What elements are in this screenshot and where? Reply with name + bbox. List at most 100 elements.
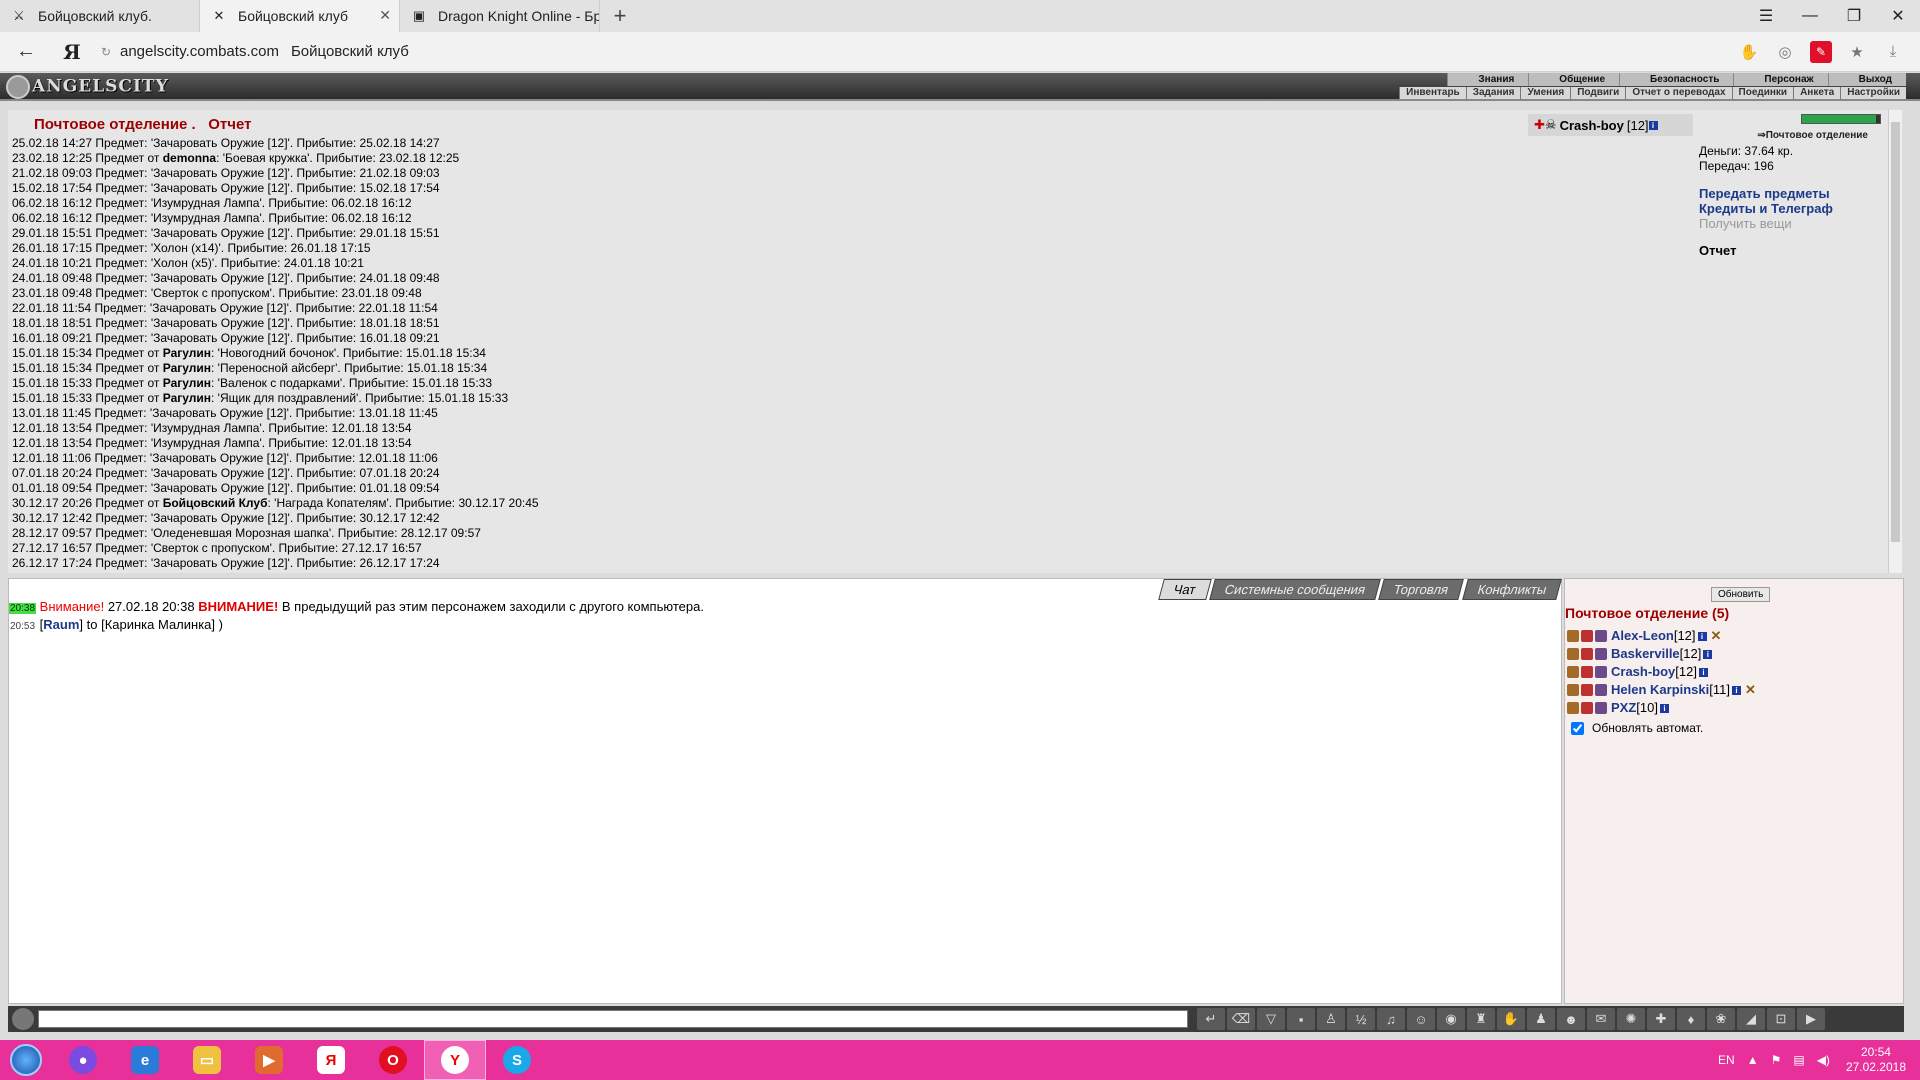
- new-tab-button[interactable]: +: [600, 0, 640, 32]
- mask-icon[interactable]: ☻: [1557, 1008, 1585, 1030]
- taskbar-ie[interactable]: e: [114, 1040, 176, 1080]
- user-info-icon[interactable]: i: [1659, 703, 1669, 713]
- private-chat-icon[interactable]: [1567, 684, 1579, 696]
- sound-icon[interactable]: ♫: [1377, 1008, 1405, 1030]
- extension-icon[interactable]: ✋: [1738, 41, 1760, 63]
- speaker-icon[interactable]: ◉: [1437, 1008, 1465, 1030]
- menu-knowledge[interactable]: Знания: [1447, 73, 1528, 86]
- taskbar-yandex[interactable]: Я: [300, 1040, 362, 1080]
- submenu-transfer-report[interactable]: Отчет о переводах: [1625, 87, 1731, 99]
- refresh-button[interactable]: Обновить: [1711, 587, 1771, 602]
- player-info-icon[interactable]: i: [1648, 120, 1658, 130]
- user-name[interactable]: Crash-boy: [1611, 663, 1675, 681]
- smiley-menu-icon[interactable]: [12, 1008, 34, 1030]
- flag-icon[interactable]: ⚑: [1771, 1053, 1782, 1067]
- browser-tab-3[interactable]: ▣ Dragon Knight Online - Бра: [400, 0, 600, 32]
- back-arrow-icon[interactable]: ←: [0, 40, 52, 63]
- submenu-profile[interactable]: Анкета: [1793, 87, 1840, 99]
- credits-telegraph-link[interactable]: Кредиты и Телеграф: [1699, 201, 1833, 216]
- scrollbar[interactable]: [1888, 110, 1902, 573]
- lock-icon[interactable]: ♦: [1677, 1008, 1705, 1030]
- menu-icon[interactable]: ☰: [1744, 0, 1788, 32]
- private-chat-icon[interactable]: [1567, 648, 1579, 660]
- figure-icon[interactable]: ♟: [1527, 1008, 1555, 1030]
- url-field[interactable]: ↻ angelscity.combats.com Бойцовский клуб: [92, 37, 1738, 67]
- submenu-fights[interactable]: Поединки: [1731, 87, 1794, 99]
- log-sender[interactable]: Рагулин: [163, 391, 211, 405]
- submenu-inventory[interactable]: Инвентарь: [1399, 87, 1466, 99]
- game-logo[interactable]: ANGELSCITY: [6, 75, 169, 99]
- start-button[interactable]: [0, 1040, 52, 1080]
- user-name[interactable]: PXZ: [1611, 699, 1636, 717]
- browser-tab-1[interactable]: ⚔ Бойцовский клуб.: [0, 0, 200, 32]
- tab-conflicts[interactable]: Конфликты: [1461, 579, 1562, 600]
- private-chat-icon[interactable]: [1567, 666, 1579, 678]
- private-chat-icon[interactable]: [1567, 630, 1579, 642]
- message-time[interactable]: 20:38: [9, 603, 37, 614]
- minimize-icon[interactable]: —: [1788, 0, 1832, 32]
- hand-icon[interactable]: ✋: [1497, 1008, 1525, 1030]
- taskbar-explorer[interactable]: ▭: [176, 1040, 238, 1080]
- tab-chat[interactable]: Чат: [1158, 579, 1212, 600]
- horn-icon[interactable]: ◢: [1737, 1008, 1765, 1030]
- filter-icon[interactable]: ▽: [1257, 1008, 1285, 1030]
- close-window-icon[interactable]: ✕: [1876, 0, 1920, 32]
- yandex-logo-icon[interactable]: Я: [52, 40, 92, 64]
- clock[interactable]: 20:54 27.02.2018: [1846, 1045, 1906, 1075]
- user-name[interactable]: Helen Karpinski: [1611, 681, 1709, 699]
- transfer-items-link[interactable]: Передать предметы: [1699, 186, 1833, 201]
- log-sender[interactable]: Рагулин: [163, 376, 211, 390]
- eraser-icon[interactable]: ⌫: [1227, 1008, 1255, 1030]
- sender-nick[interactable]: Raum: [43, 617, 79, 632]
- chat-input[interactable]: [38, 1010, 1188, 1028]
- close-tab-icon[interactable]: ✕: [379, 7, 391, 24]
- menu-communication[interactable]: Общение: [1528, 73, 1619, 86]
- volume-icon[interactable]: ◀): [1817, 1053, 1830, 1067]
- log-sender[interactable]: demonna: [163, 151, 216, 165]
- translit-icon[interactable]: ½: [1347, 1008, 1375, 1030]
- submenu-quests[interactable]: Задания: [1465, 87, 1521, 99]
- menu-exit[interactable]: Выход: [1827, 73, 1906, 86]
- taskbar-skype[interactable]: S: [486, 1040, 548, 1080]
- shield-icon[interactable]: ✚: [1647, 1008, 1675, 1030]
- user-info-icon[interactable]: i: [1703, 649, 1713, 659]
- play-icon[interactable]: ▶: [1797, 1008, 1825, 1030]
- player-name[interactable]: Crash-boy: [1560, 118, 1624, 133]
- user-name[interactable]: Alex-Leon: [1611, 627, 1674, 645]
- bookmark-star-icon[interactable]: ★: [1846, 41, 1868, 63]
- adblock-icon[interactable]: ✎: [1810, 40, 1832, 63]
- tab-system-messages[interactable]: Системные сообщения: [1209, 579, 1382, 600]
- menu-security[interactable]: Безопасность: [1619, 73, 1733, 86]
- auto-refresh-checkbox[interactable]: [1571, 721, 1584, 735]
- log-sender[interactable]: Рагулин: [163, 361, 211, 375]
- walk-icon[interactable]: ♙: [1317, 1008, 1345, 1030]
- send-icon[interactable]: ↵: [1197, 1008, 1225, 1030]
- scroll-icon[interactable]: ✉: [1587, 1008, 1615, 1030]
- reload-icon[interactable]: ↻: [92, 45, 120, 59]
- user-info-icon[interactable]: i: [1697, 631, 1707, 641]
- browser-tab-2[interactable]: ✕ Бойцовский клуб ✕: [200, 0, 400, 32]
- bear-icon[interactable]: ❀: [1707, 1008, 1735, 1030]
- exit-icon[interactable]: ⊡: [1767, 1008, 1795, 1030]
- taskbar-yandex-browser[interactable]: Y: [424, 1040, 486, 1080]
- user-info-icon[interactable]: i: [1698, 667, 1708, 677]
- network-icon[interactable]: ▤: [1793, 1053, 1804, 1067]
- tab-trade[interactable]: Торговля: [1378, 579, 1465, 600]
- submenu-settings[interactable]: Настройки: [1840, 87, 1906, 99]
- log-sender[interactable]: Рагулин: [163, 346, 211, 360]
- user-name[interactable]: Baskerville: [1611, 645, 1680, 663]
- smiles-icon[interactable]: ☺: [1407, 1008, 1435, 1030]
- tray-arrow-icon[interactable]: ▲: [1747, 1053, 1759, 1067]
- message-time[interactable]: 20:53: [9, 621, 36, 632]
- taskbar-alice[interactable]: ●: [52, 1040, 114, 1080]
- protect-icon[interactable]: ◎: [1774, 41, 1796, 63]
- report-link[interactable]: Отчет: [1699, 243, 1833, 258]
- save-icon[interactable]: ▪: [1287, 1008, 1315, 1030]
- submenu-skills[interactable]: Умения: [1520, 87, 1570, 99]
- language-indicator[interactable]: EN: [1718, 1053, 1735, 1067]
- private-chat-icon[interactable]: [1567, 702, 1579, 714]
- user-info-icon[interactable]: i: [1731, 685, 1741, 695]
- gear-icon[interactable]: ✺: [1617, 1008, 1645, 1030]
- download-icon[interactable]: ⤓: [1882, 41, 1904, 63]
- taskbar-opera[interactable]: O: [362, 1040, 424, 1080]
